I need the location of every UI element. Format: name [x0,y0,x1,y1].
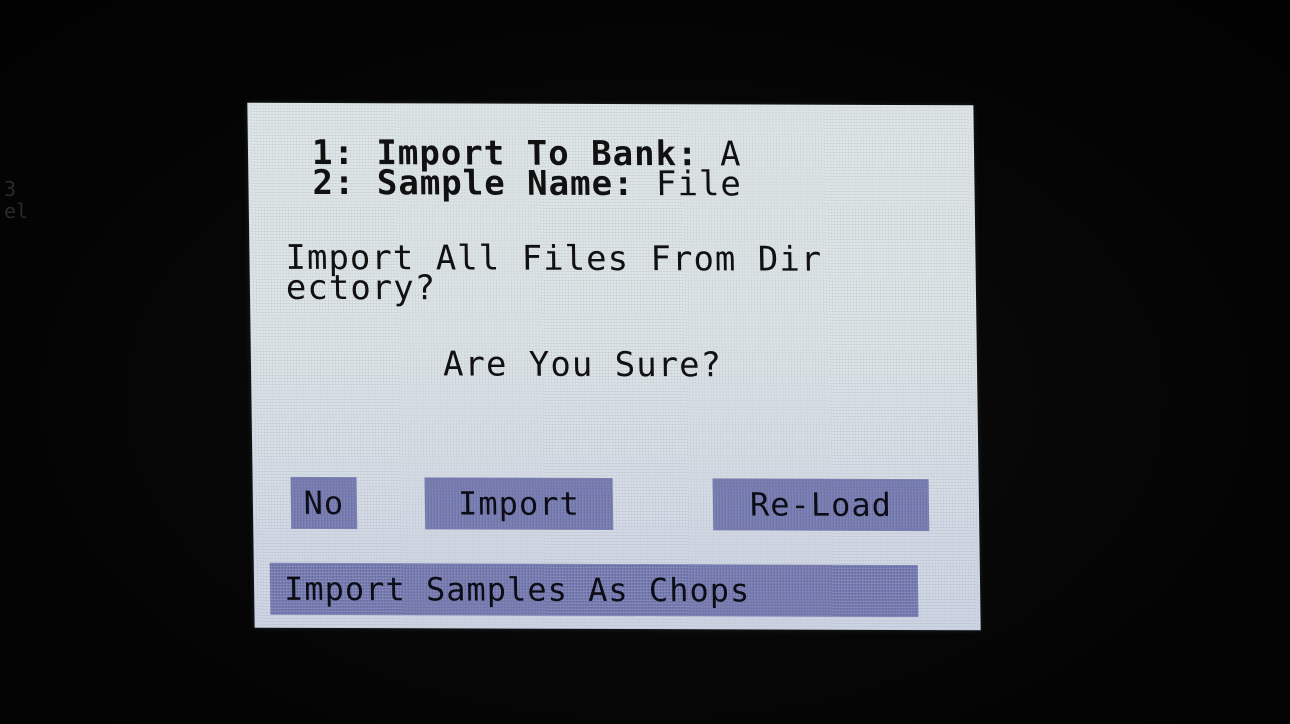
reload-button[interactable]: Re-Load [712,478,930,532]
param-sample-name[interactable]: 2: Sample Name: File [312,163,742,204]
device-bezel: 3 el 1: Import To Bank: A 2: Sample Name… [0,0,1290,724]
dialog-message: Import All Files From Dir ectory? [285,237,823,309]
lcd-screen: 1: Import To Bank: A 2: Sample Name: Fil… [247,102,981,631]
param-label: 2: Sample Name: [312,162,635,205]
no-button[interactable]: No [290,476,358,530]
param-value: File [634,164,743,205]
confirm-prompt: Are You Sure? [442,344,723,386]
edge-label-fragment: 3 el [4,177,29,223]
import-button[interactable]: Import [424,477,614,530]
import-as-chops-button[interactable]: Import Samples As Chops [269,562,919,618]
